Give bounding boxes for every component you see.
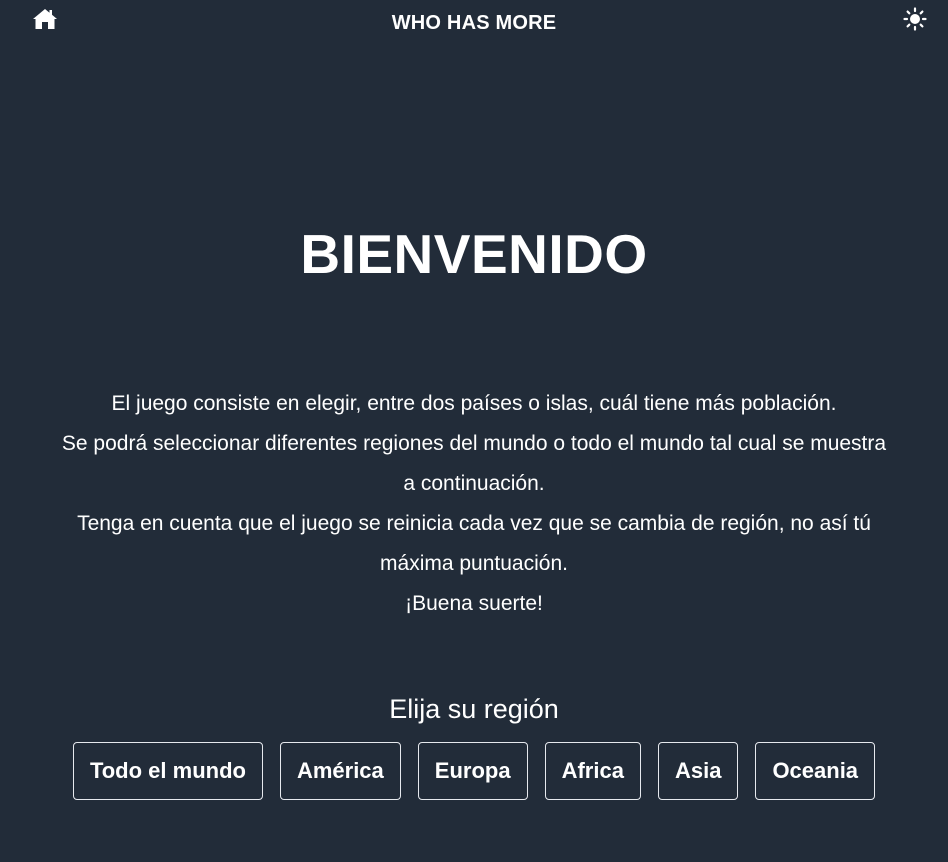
intro-line: ¡Buena suerte! (405, 592, 543, 615)
theme-toggle-button[interactable] (903, 7, 927, 31)
intro-line: El juego consiste en elegir, entre dos p… (111, 392, 837, 415)
region-button-todo-el-mundo[interactable]: Todo el mundo (72, 742, 263, 800)
region-button-europa[interactable]: Europa (417, 742, 528, 800)
intro-line: Tenga en cuenta que el juego se reinicia… (77, 512, 871, 575)
region-button-group: Todo el mundo América Europa Africa Asia… (0, 742, 948, 800)
sun-icon (903, 7, 927, 31)
intro-text: El juego consiste en elegir, entre dos p… (60, 384, 888, 624)
region-prompt: Elija su región (389, 694, 559, 724)
region-button-oceania[interactable]: Oceania (755, 742, 876, 800)
region-button-america[interactable]: América (279, 742, 401, 800)
page: WHO HAS MORE BIENVENIDO El juego consist… (0, 0, 948, 862)
region-button-africa[interactable]: Africa (544, 742, 641, 800)
intro-line: Se podrá seleccionar diferentes regiones… (61, 432, 887, 495)
region-button-asia[interactable]: Asia (657, 742, 739, 800)
app-title: WHO HAS MORE (391, 12, 557, 34)
top-bar: WHO HAS MORE (0, 0, 948, 48)
welcome-heading: BIENVENIDO (300, 223, 648, 285)
